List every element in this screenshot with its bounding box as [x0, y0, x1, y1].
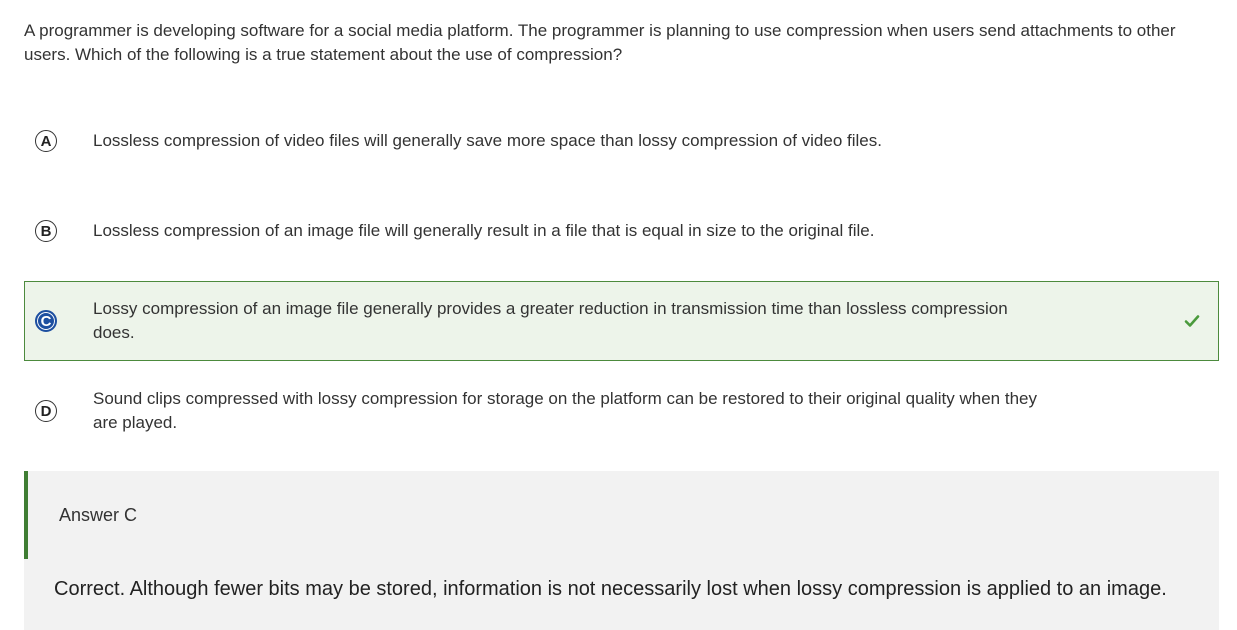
- check-icon: [1184, 315, 1200, 327]
- choice-b-text: Lossless compression of an image file wi…: [93, 221, 875, 240]
- choice-a-text: Lossless compression of video files will…: [93, 131, 882, 150]
- question-text: A programmer is developing software for …: [24, 21, 1176, 64]
- choice-d[interactable]: D Sound clips compressed with lossy comp…: [24, 383, 1219, 439]
- choice-a-letter: A: [35, 130, 57, 152]
- choice-c[interactable]: C Lossy compression of an image file gen…: [24, 281, 1219, 361]
- choice-c-text: Lossy compression of an image file gener…: [93, 299, 1008, 342]
- choice-b[interactable]: B Lossless compression of an image file …: [24, 206, 1219, 256]
- answer-title: Answer C: [59, 505, 138, 525]
- answer-accent-bar: [24, 471, 28, 559]
- choice-d-letter: D: [35, 400, 57, 422]
- choice-a[interactable]: A Lossless compression of video files wi…: [24, 116, 1219, 166]
- choice-b-letter: B: [35, 220, 57, 242]
- answer-explanation: Correct. Although fewer bits may be stor…: [54, 578, 1167, 600]
- answer-panel: Answer C Correct. Although fewer bits ma…: [24, 471, 1219, 630]
- choice-c-letter: C: [35, 310, 57, 332]
- choice-d-text: Sound clips compressed with lossy compre…: [93, 389, 1037, 432]
